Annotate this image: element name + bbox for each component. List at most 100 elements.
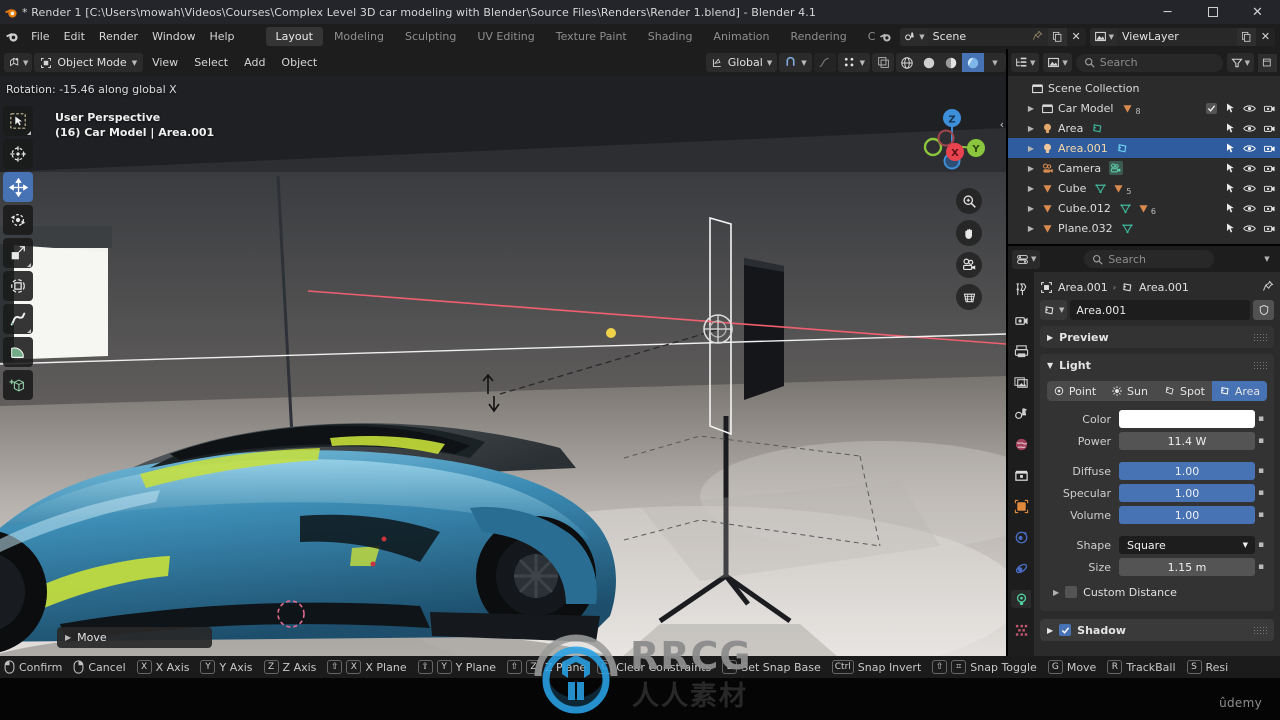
light-name-input[interactable]: Area.001	[1070, 300, 1250, 320]
minimize-button[interactable]: ─	[1145, 0, 1190, 24]
modifiers-tab[interactable]	[1011, 528, 1031, 546]
hide-in-viewport-eye-icon[interactable]	[1243, 122, 1256, 135]
menu-help[interactable]: Help	[202, 28, 241, 46]
disable-in-render-camera-icon[interactable]	[1263, 182, 1276, 195]
animate-property-dot[interactable]: ▪	[1255, 436, 1267, 446]
scene-icon[interactable]: ▼	[900, 27, 928, 46]
disable-in-render-camera-icon[interactable]	[1263, 142, 1276, 155]
light-power-input[interactable]: 11.4 W	[1119, 432, 1255, 450]
disclosure-triangle[interactable]: ▶	[1024, 144, 1038, 153]
light-specular-slider[interactable]: 1.00	[1119, 484, 1255, 502]
tab-shading[interactable]: Shading	[638, 27, 703, 46]
animate-property-dot[interactable]: ▪	[1255, 540, 1267, 550]
shading-solid-button[interactable]	[918, 53, 940, 72]
selectable-cursor-icon[interactable]	[1224, 142, 1236, 154]
viewport-menu-add[interactable]: Add	[237, 54, 272, 72]
shading-rendered-button[interactable]	[962, 53, 984, 72]
object-data-tab[interactable]	[1011, 590, 1031, 608]
breadcrumb-object[interactable]: Area.001	[1058, 281, 1108, 294]
zoom-icon[interactable]	[956, 188, 982, 214]
custom-distance-row[interactable]: ▶ Custom Distance	[1047, 581, 1267, 603]
hand-pan-icon[interactable]	[956, 220, 982, 246]
output-tab[interactable]	[1011, 342, 1031, 360]
fake-user-shield-icon[interactable]	[1253, 300, 1274, 320]
light-type-area-button[interactable]: Area	[1212, 381, 1267, 401]
remove-scene-button[interactable]: ✕	[1066, 27, 1086, 46]
blender-menu-icon[interactable]	[0, 29, 24, 44]
outliner-row-camera[interactable]: ▶ Camera	[1008, 158, 1280, 178]
animate-property-dot[interactable]: ▪	[1255, 414, 1267, 424]
scene-tab[interactable]	[1011, 404, 1031, 422]
menu-render[interactable]: Render	[92, 28, 145, 46]
shadow-panel-header[interactable]: ▶ Shadow	[1040, 619, 1274, 641]
disclosure-triangle[interactable]: ▶	[1024, 104, 1038, 113]
render-tab[interactable]	[1011, 311, 1031, 329]
selectable-cursor-icon[interactable]	[1224, 202, 1236, 214]
view-layer-tab[interactable]	[1011, 373, 1031, 391]
menu-window[interactable]: Window	[145, 28, 202, 46]
annotate-tool[interactable]	[3, 304, 33, 334]
new-scene-button[interactable]	[1047, 27, 1067, 46]
light-size-input[interactable]: 1.15 m	[1119, 558, 1255, 576]
pin-icon[interactable]	[1032, 30, 1043, 44]
animate-property-dot[interactable]: ▪	[1255, 466, 1267, 476]
viewport-menu-object[interactable]: Object	[274, 54, 324, 72]
light-data-browse-button[interactable]: ▼	[1040, 300, 1068, 320]
outliner-row-car-model[interactable]: ▶ Car Model 8	[1008, 98, 1280, 118]
outliner-editor-type-selector[interactable]: ▼	[1011, 53, 1040, 72]
light-color-swatch[interactable]	[1119, 410, 1255, 428]
scene-name-field[interactable]: Scene	[927, 27, 1048, 46]
viewlayer-icon[interactable]: ▼	[1089, 27, 1117, 46]
maximize-button[interactable]	[1190, 0, 1235, 24]
hide-in-viewport-eye-icon[interactable]	[1243, 202, 1256, 215]
sidebar-collapse-arrow[interactable]: ‹	[1000, 118, 1004, 131]
tab-layout[interactable]: Layout	[265, 27, 323, 46]
properties-options-dropdown[interactable]: ▼	[1258, 255, 1276, 263]
animate-property-dot[interactable]: ▪	[1255, 510, 1267, 520]
3d-viewport[interactable]: Rotation: -15.46 along global X User Per…	[0, 76, 1006, 656]
tab-uv-editing[interactable]: UV Editing	[467, 27, 544, 46]
hide-in-viewport-eye-icon[interactable]	[1243, 142, 1256, 155]
disable-in-render-camera-icon[interactable]	[1263, 122, 1276, 135]
selectable-cursor-icon[interactable]	[1224, 102, 1236, 114]
light-shape-dropdown[interactable]: Square ▼	[1119, 536, 1255, 554]
proportional-editing-toggle[interactable]	[813, 53, 836, 72]
new-viewlayer-button[interactable]	[1237, 27, 1256, 46]
selectable-cursor-icon[interactable]	[1224, 222, 1236, 234]
outliner-row-cube[interactable]: ▶ Cube 5	[1008, 178, 1280, 198]
interaction-mode-selector[interactable]: Object Mode ▼	[34, 53, 144, 72]
transform-orientation-selector[interactable]: Global ▼	[705, 53, 778, 72]
disclosure-triangle[interactable]: ▶	[1024, 164, 1038, 173]
menu-file[interactable]: File	[24, 28, 56, 46]
selectable-cursor-icon[interactable]	[1224, 182, 1236, 194]
tab-rendering[interactable]: Rendering	[781, 27, 857, 46]
light-type-sun-button[interactable]: Sun	[1102, 381, 1157, 401]
animate-property-dot[interactable]: ▪	[1255, 488, 1267, 498]
outliner-row-cube-012[interactable]: ▶ Cube.012 6	[1008, 198, 1280, 218]
animate-property-dot[interactable]: ▪	[1255, 562, 1267, 572]
light-panel-header[interactable]: ▼ Light	[1040, 354, 1274, 376]
rotate-tool[interactable]	[3, 205, 33, 235]
move-tool[interactable]	[3, 172, 33, 202]
outliner-filter-button[interactable]: ▼	[1226, 53, 1254, 72]
breadcrumb-data[interactable]: Area.001	[1139, 281, 1189, 294]
snapping-toggle[interactable]: ▼	[779, 53, 812, 72]
menu-edit[interactable]: Edit	[57, 28, 92, 46]
disable-in-render-camera-icon[interactable]	[1263, 202, 1276, 215]
add-cube-tool[interactable]	[3, 370, 33, 400]
preview-panel-header[interactable]: ▶ Preview	[1040, 326, 1274, 348]
camera-view-icon[interactable]	[956, 252, 982, 278]
editor-type-selector[interactable]: ▼	[4, 53, 33, 72]
selectable-cursor-icon[interactable]	[1224, 162, 1236, 174]
outliner-row-scene-collection[interactable]: Scene Collection	[1008, 78, 1280, 98]
hide-in-viewport-eye-icon[interactable]	[1243, 182, 1256, 195]
toggle-perspective-icon[interactable]	[956, 284, 982, 310]
operator-redo-panel[interactable]: ▶ Move	[57, 627, 212, 648]
viewport-menu-select[interactable]: Select	[187, 54, 235, 72]
outliner-display-mode-selector[interactable]: ▼	[1043, 53, 1072, 72]
hide-in-viewport-eye-icon[interactable]	[1243, 162, 1256, 175]
hide-in-viewport-eye-icon[interactable]	[1243, 222, 1256, 235]
tab-modeling[interactable]: Modeling	[324, 27, 394, 46]
viewlayer-name-field[interactable]: ViewLayer	[1117, 27, 1237, 46]
custom-distance-checkbox[interactable]	[1065, 586, 1078, 598]
